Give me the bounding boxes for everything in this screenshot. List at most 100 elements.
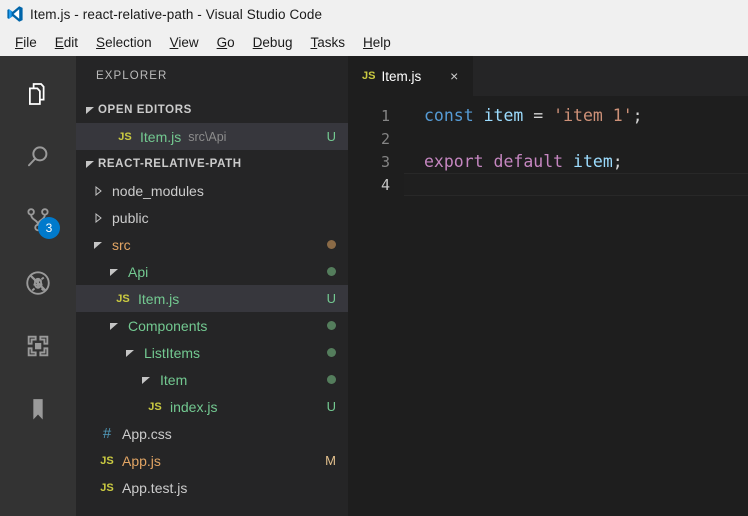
menu-file-mnemonic: F [15,34,24,50]
activity-item-source-control[interactable]: 3 [0,188,76,251]
activity-item-extensions[interactable] [0,314,76,377]
section-project-root[interactable]: REACT-RELATIVE-PATH [76,150,348,177]
open-editor-item-itemjs[interactable]: JS Item.js src\Api U [76,123,348,150]
menu-selection-rest: election [105,34,152,50]
vscode-window: Item.js - react-relative-path - Visual S… [0,0,748,516]
menu-tasks[interactable]: Tasks [301,33,354,52]
tree-item-label: Components [128,317,208,334]
menu-bar: File Edit Selection View Go Debug Tasks … [0,28,748,56]
menu-go[interactable]: Go [208,33,244,52]
menu-selection[interactable]: Selection [87,33,161,52]
tree-item-item-js[interactable]: JS Item.js U [76,285,348,312]
editor-tab-bar: JS Item.js × [348,56,748,96]
tree-item-src[interactable]: src [76,231,348,258]
extensions-icon [24,332,52,360]
menu-debug-mnemonic: D [252,34,263,50]
chevron-down-icon [138,375,154,385]
menu-selection-mnemonic: S [96,34,106,50]
menu-help[interactable]: Help [354,33,400,52]
git-status-dot [327,348,336,357]
menu-debug[interactable]: Debug [244,33,302,52]
code-line-2: 2 [348,127,748,150]
token-control-export: export [424,152,484,171]
tree-item-node-modules[interactable]: node_modules [76,177,348,204]
tree-item-label: public [112,209,149,226]
js-file-icon: JS [116,292,130,305]
tree-item-app-test-js[interactable]: JS App.test.js [76,474,348,501]
tree-item-public[interactable]: public [76,204,348,231]
chevron-down-icon [82,105,98,115]
tree-item-api[interactable]: Api [76,258,348,285]
code-editor[interactable]: 1 const item = 'item 1'; 2 3 export defa… [348,96,748,516]
open-editor-item-path: src\Api [188,129,227,144]
chevron-down-icon [122,348,138,358]
token-control-default: default [493,152,564,171]
tree-item-label: App.test.js [122,479,188,496]
tree-item-components[interactable]: Components [76,312,348,339]
menu-edit-rest: dit [63,34,79,50]
token-operator: = [523,106,554,125]
js-file-icon: JS [100,454,114,467]
css-file-icon: # [102,425,112,442]
activity-item-explorer[interactable] [0,62,76,125]
tree-item-index-js[interactable]: JS index.js U [76,393,348,420]
code-line-content: export default item; [404,150,748,173]
workbench: 3 EXPLORER OPEN EDITORS JS Item.js src\A… [0,56,748,516]
window-title: Item.js - react-relative-path - Visual S… [30,6,323,22]
js-file-icon: JS [362,70,376,82]
menu-edit-mnemonic: E [54,34,64,50]
menu-edit[interactable]: Edit [46,33,87,52]
token-keyword: const [424,106,474,125]
debug-icon [23,268,53,298]
code-line-4: 4 [348,173,748,196]
token-semicolon: ; [632,106,643,125]
js-file-icon: JS [148,400,162,413]
line-number: 3 [380,152,390,171]
menu-file[interactable]: File [6,33,46,52]
sidebar-title: EXPLORER [96,70,168,82]
open-editor-item-label: Item.js [140,128,182,145]
git-status-badge: U [326,399,336,414]
bookmarks-icon [24,395,52,423]
chevron-right-icon [90,212,106,223]
tree-item-item-folder[interactable]: Item [76,366,348,393]
chevron-down-icon [90,240,106,250]
code-line-1: 1 const item = 'item 1'; [348,104,748,127]
tree-item-label: node_modules [112,182,204,199]
editor-group: JS Item.js × 1 const item = 'item 1'; 2 … [348,56,748,516]
tree-item-label: Api [128,263,149,280]
activity-item-bookmarks[interactable] [0,377,76,440]
activity-item-search[interactable] [0,125,76,188]
menu-debug-rest: ebug [262,34,293,50]
section-project-label: REACT-RELATIVE-PATH [98,157,242,170]
tree-item-listitems[interactable]: ListItems [76,339,348,366]
menu-view-rest: iew [178,34,199,50]
menu-view[interactable]: View [161,33,208,52]
tree-item-label: App.js [122,452,161,469]
menu-tasks-rest: asks [317,34,345,50]
tab-label: Item.js [381,68,422,84]
tree-item-label: index.js [170,398,218,415]
section-open-editors[interactable]: OPEN EDITORS [76,96,348,123]
menu-help-rest: elp [372,34,391,50]
code-line-content: const item = 'item 1'; [404,104,748,127]
git-status-badge: U [326,129,336,144]
activity-item-debug[interactable] [0,251,76,314]
chevron-down-icon [106,321,122,331]
token-semicolon: ; [612,152,623,171]
menu-go-rest: o [227,34,235,50]
close-icon[interactable]: × [445,67,463,85]
tree-item-label: Item.js [138,290,180,307]
tab-bar-empty-space [473,56,748,96]
activity-bar: 3 [0,56,76,516]
menu-file-rest: ile [23,34,37,50]
tree-item-app-js[interactable]: JS App.js M [76,447,348,474]
vscode-logo-icon [6,5,24,23]
tree-item-app-css[interactable]: # App.css [76,420,348,447]
menu-go-mnemonic: G [216,34,228,50]
token-variable: item [573,152,613,171]
line-number-active: 4 [380,175,390,194]
tab-item-js[interactable]: JS Item.js × [348,56,474,96]
tree-item-label: src [112,236,131,253]
